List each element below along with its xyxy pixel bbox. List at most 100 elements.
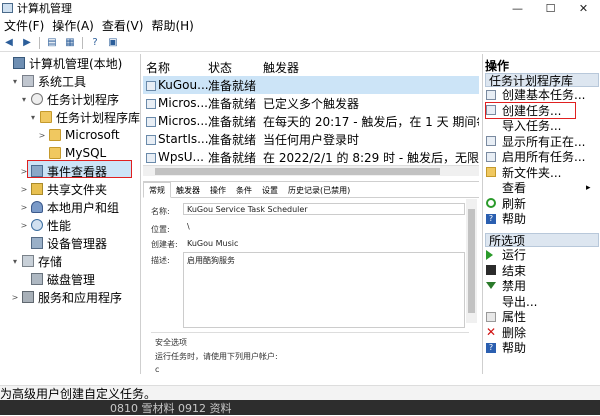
action-item[interactable]: 运行 <box>486 247 526 262</box>
expand-arrow-icon[interactable]: > <box>20 185 28 194</box>
security-options-label: 安全选项 <box>155 338 187 347</box>
tree-item[interactable]: ▾ 系统工具 <box>11 72 86 90</box>
task-name-text: Micros... <box>158 96 208 110</box>
folder-icon <box>40 111 52 123</box>
expand-arrow-icon[interactable]: > <box>20 167 28 176</box>
show-pane-icon[interactable]: ▣ <box>106 37 120 49</box>
tree-item[interactable]: ▾ 存储 <box>11 252 62 270</box>
scroll-thumb[interactable] <box>468 209 475 313</box>
action-item[interactable]: 启用所有任务... <box>486 149 585 164</box>
minimize-button[interactable]: — <box>501 0 534 16</box>
task-name: WpsU... <box>146 150 204 164</box>
tree-item[interactable]: > 性能 <box>20 216 71 234</box>
menu-file[interactable]: 文件(F) <box>0 17 48 34</box>
expand-arrow-icon[interactable]: > <box>20 221 28 230</box>
menu-view[interactable]: 查看(V) <box>98 17 148 34</box>
stop-icon <box>486 265 496 275</box>
description-label: 描述: <box>151 256 170 265</box>
actions-section-selected[interactable]: 所选项 <box>485 233 599 248</box>
expand-arrow-icon[interactable]: ▾ <box>29 113 37 122</box>
tree-item[interactable]: ▾ 任务计划程序库 <box>29 108 140 126</box>
tree-item[interactable]: > 共享文件夹 <box>20 180 107 198</box>
task-trigger: 在 2022/2/1 的 8:29 时 - 触发后，无限期 <box>263 150 479 165</box>
properties-tabs: 常规 触发器 操作 条件 设置 历史记录(已禁用) <box>143 182 479 198</box>
tab-general[interactable]: 常规 <box>143 182 171 198</box>
action-label: 帮助 <box>502 341 527 355</box>
submenu-arrow-icon: ▸ <box>586 182 591 193</box>
task-icon <box>146 98 156 109</box>
expand-arrow-icon[interactable]: > <box>20 203 28 212</box>
actions-section-library[interactable]: 任务计划程序库 <box>485 73 599 88</box>
action-label: 新文件夹... <box>502 165 562 180</box>
tree-item[interactable]: 磁盘管理 <box>20 270 95 288</box>
tree-item[interactable]: > 本地用户和组 <box>20 198 119 216</box>
action-item[interactable]: 禁用 <box>486 278 526 293</box>
action-item[interactable]: ✕ 删除 <box>486 325 526 340</box>
task-name-text: KuGou... <box>158 78 209 92</box>
column-trigger[interactable]: 触发器 <box>263 59 299 76</box>
maximize-button[interactable]: ☐ <box>534 0 567 16</box>
tab-triggers[interactable]: 触发器 <box>171 182 205 198</box>
doc-icon <box>486 89 496 100</box>
tree-item-label: 存储 <box>38 254 63 269</box>
action-item[interactable]: 显示所有正在... <box>486 134 585 149</box>
disk-icon <box>31 273 43 285</box>
task-row[interactable]: Micros... 准备就绪 已定义多个触发器 <box>143 94 479 112</box>
action-item[interactable]: ? 帮助 <box>486 211 526 226</box>
task-row[interactable]: Micros... 准备就绪 在每天的 20:17 - 触发后，在 1 天 期间每 <box>143 112 479 130</box>
task-row[interactable]: WpsU... 准备就绪在 2022/2/1 的 8:29 时 - 触发后，无限期 <box>143 148 479 166</box>
scroll-thumb[interactable] <box>155 168 440 175</box>
tree-item[interactable]: > Microsoft <box>38 126 120 144</box>
menu-action[interactable]: 操作(A) <box>48 17 98 34</box>
tree-item-label: MySQL <box>65 146 107 160</box>
tree-item[interactable]: > 服务和应用程序 <box>11 288 122 306</box>
expand-arrow-icon[interactable]: > <box>38 131 46 140</box>
close-button[interactable]: ✕ <box>567 0 600 16</box>
action-item[interactable]: 刷新 <box>486 196 526 211</box>
action-item[interactable]: 结束 <box>486 263 526 278</box>
action-item[interactable]: 属性 <box>486 309 526 324</box>
tools-icon <box>22 75 34 87</box>
tab-history[interactable]: 历史记录(已禁用) <box>283 182 355 198</box>
tree-item[interactable]: 计算机管理(本地) <box>2 54 122 72</box>
help-icon[interactable]: ? <box>88 37 102 49</box>
console-tree-icon[interactable]: ▦ <box>63 37 77 49</box>
task-list-horizontal-scrollbar[interactable] <box>143 165 479 176</box>
action-item[interactable]: 创建基本任务... <box>486 87 585 102</box>
expand-arrow-icon[interactable]: ▾ <box>20 95 28 104</box>
tab-conditions[interactable]: 条件 <box>231 182 257 198</box>
window-controls: — ☐ ✕ <box>501 0 600 16</box>
action-item[interactable]: 查看 ▸ <box>486 180 591 195</box>
action-label: 查看 <box>502 181 527 195</box>
tree-item[interactable]: ▾ 任务计划程序 <box>20 90 119 108</box>
back-arrow-icon[interactable]: ◀ <box>2 37 16 49</box>
task-icon <box>146 80 156 91</box>
tab-actions[interactable]: 操作 <box>205 182 231 198</box>
forward-arrow-icon[interactable]: ▶ <box>20 37 34 49</box>
description-value: 启用酷狗服务 <box>187 256 235 265</box>
expand-arrow-icon[interactable]: ▾ <box>11 77 19 86</box>
action-label: 禁用 <box>502 279 527 293</box>
menu-help[interactable]: 帮助(H) <box>147 17 197 34</box>
tree-item[interactable]: > 事件查看器 <box>20 162 107 180</box>
task-icon <box>146 152 156 163</box>
tab-settings[interactable]: 设置 <box>257 182 283 198</box>
task-trigger: 当任何用户登录时 <box>263 132 360 147</box>
task-row[interactable]: KuGou... 准备就绪 <box>143 76 479 94</box>
expand-arrow-icon[interactable]: ▾ <box>11 257 19 266</box>
column-name[interactable]: 名称 <box>146 59 170 76</box>
action-item[interactable]: 导出... <box>486 294 537 309</box>
expand-arrow-icon[interactable]: > <box>11 293 19 302</box>
column-status[interactable]: 状态 <box>208 59 232 76</box>
up-folder-icon[interactable]: ▤ <box>45 37 59 49</box>
action-item[interactable]: 导入任务... <box>486 118 561 133</box>
tree-item-label: 磁盘管理 <box>47 272 96 287</box>
window-title: 计算机管理 <box>17 2 72 15</box>
task-row[interactable]: StartIs... 准备就绪 当任何用户登录时 <box>143 130 479 148</box>
toolbar-divider <box>39 36 40 49</box>
tree-item[interactable]: 设备管理器 <box>20 234 107 252</box>
tree-item[interactable]: MySQL <box>38 144 106 162</box>
properties-vertical-scrollbar[interactable] <box>466 199 477 323</box>
action-item[interactable]: ? 帮助 <box>486 340 526 355</box>
action-item[interactable]: 新文件夹... <box>486 165 561 180</box>
